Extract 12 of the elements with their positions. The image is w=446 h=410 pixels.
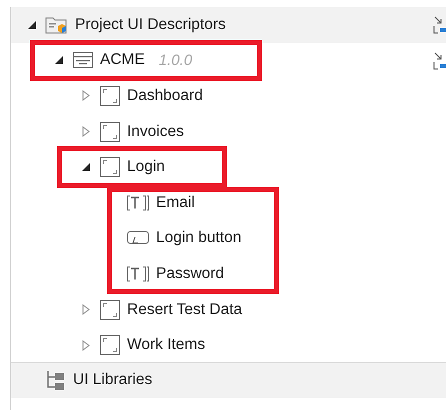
tree-item[interactable]: Email bbox=[156, 194, 195, 212]
tree-item[interactable]: Password bbox=[156, 264, 224, 283]
tree-item[interactable]: Login button bbox=[156, 229, 242, 248]
tree-item[interactable]: Work Items bbox=[127, 336, 206, 354]
tree-item[interactable]: Invoices bbox=[127, 122, 184, 141]
version-label: 1.0.0 bbox=[158, 52, 192, 69]
tree-item[interactable]: Dashboard bbox=[127, 86, 203, 105]
tree-item[interactable]: ACME bbox=[100, 51, 145, 70]
tree-item[interactable]: Resert Test Data bbox=[127, 300, 242, 319]
tree-item[interactable]: Login bbox=[127, 158, 165, 176]
tree-item[interactable]: Project UI Descriptors bbox=[75, 16, 226, 34]
tree-item[interactable]: UI Libraries bbox=[73, 371, 152, 390]
